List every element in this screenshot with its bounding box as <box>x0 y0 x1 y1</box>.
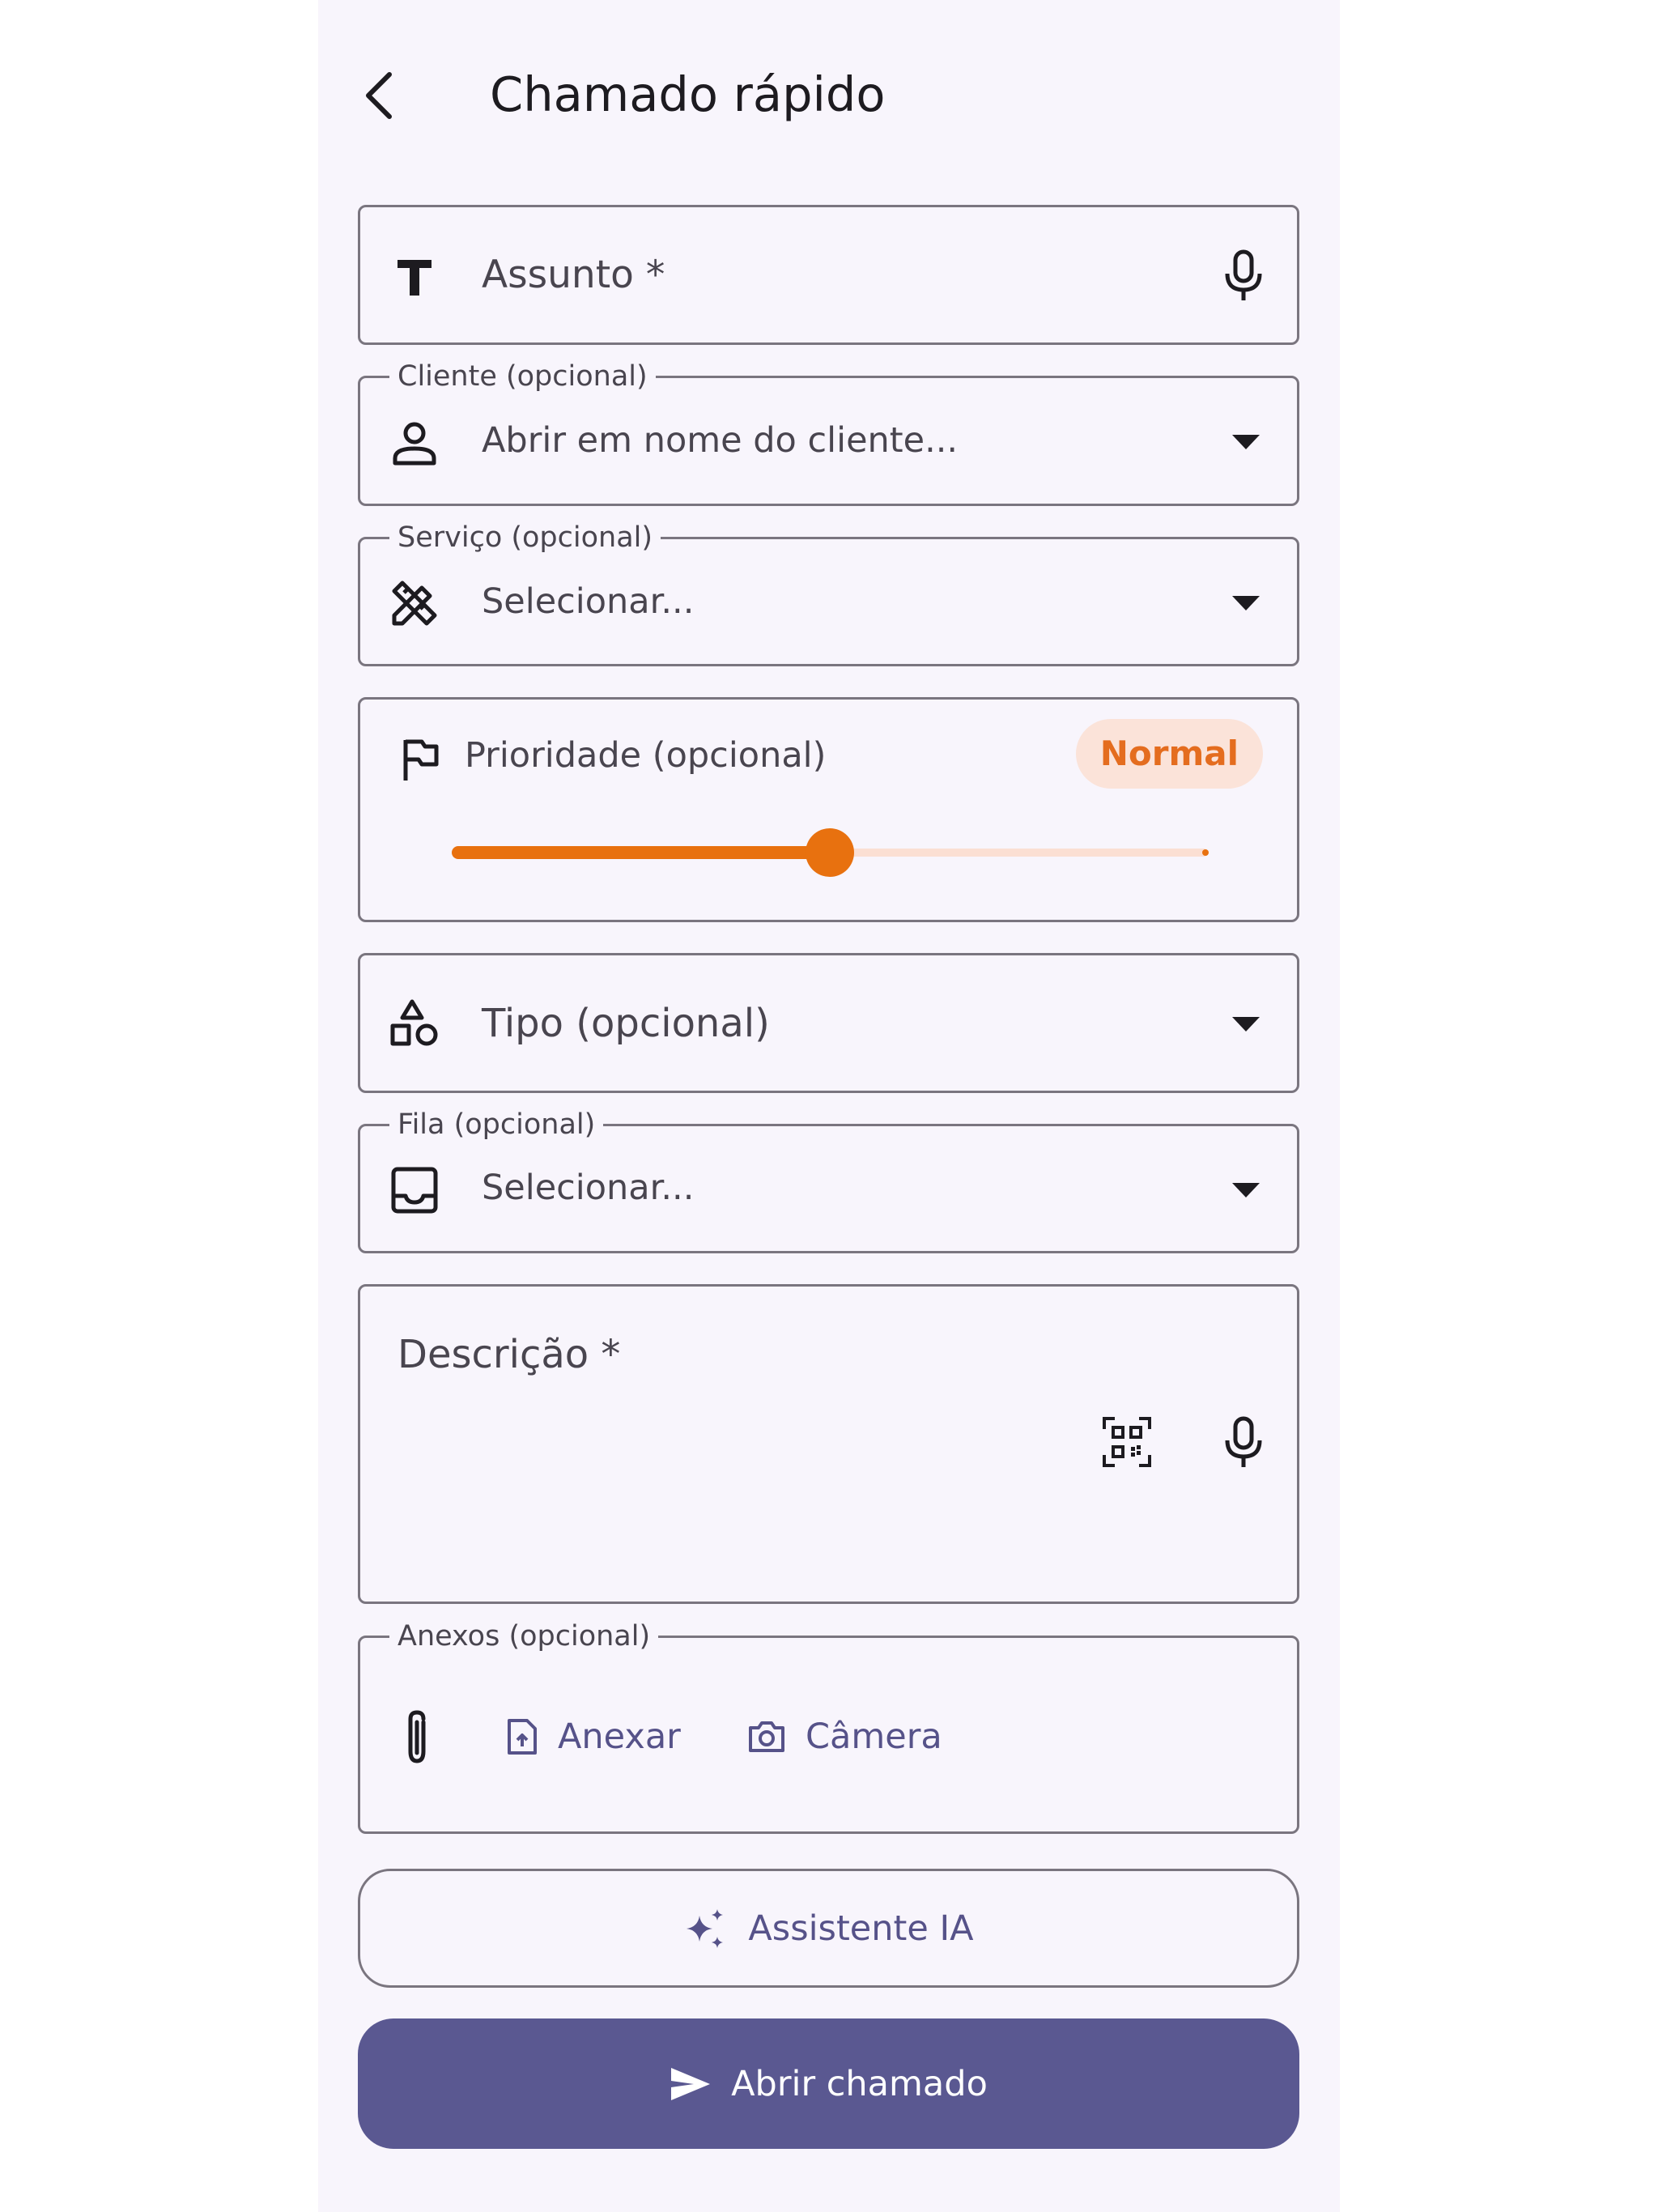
category-icon <box>390 999 438 1046</box>
send-icon <box>671 2067 711 2100</box>
queue-label: Fila (opcional) <box>389 1108 604 1141</box>
service-label: Serviço (opcional) <box>389 521 661 554</box>
app-screen: Chamado rápido Assunto * Cliente (opcion… <box>318 0 1340 2212</box>
camera-label: Câmera <box>806 1716 942 1757</box>
subject-field[interactable]: Assunto * <box>358 205 1299 345</box>
chevron-down-icon <box>1232 596 1260 610</box>
microphone-icon[interactable] <box>1221 249 1266 303</box>
back-button[interactable] <box>351 57 410 134</box>
qr-code-scanner-icon[interactable] <box>1102 1416 1152 1468</box>
page-title: Chamado rápido <box>490 66 886 122</box>
description-field[interactable]: Descrição * <box>358 1284 1299 1604</box>
upload-file-icon <box>508 1719 537 1755</box>
queue-select[interactable]: Fila (opcional) Selecionar... <box>358 1108 1299 1253</box>
sparkles-icon <box>687 1908 724 1948</box>
subject-placeholder: Assunto * <box>482 253 665 297</box>
client-select[interactable]: Cliente (opcional) Abrir em nome do clie… <box>358 360 1299 506</box>
type-select[interactable]: Tipo (opcional) <box>358 953 1299 1093</box>
text-format-icon <box>397 260 432 296</box>
priority-slider-thumb[interactable] <box>806 828 854 877</box>
service-select[interactable]: Serviço (opcional) Selecionar... <box>358 521 1299 666</box>
slider-track-inactive[interactable] <box>830 849 1208 857</box>
attach-label: Anexar <box>558 1716 681 1757</box>
microphone-icon[interactable] <box>1221 1416 1266 1470</box>
priority-badge: Normal <box>1075 719 1263 789</box>
arrow-back-icon <box>366 72 392 119</box>
chevron-down-icon <box>1232 435 1260 449</box>
slider-track-active[interactable] <box>452 846 830 859</box>
client-placeholder: Abrir em nome do cliente... <box>482 420 959 461</box>
client-label: Cliente (opcional) <box>389 360 656 393</box>
chevron-down-icon <box>1232 1183 1260 1197</box>
submit-label: Abrir chamado <box>731 2063 988 2104</box>
camera-button[interactable]: Câmera <box>747 1696 942 1777</box>
service-placeholder: Selecionar... <box>482 581 695 622</box>
submit-button[interactable]: Abrir chamado <box>358 2018 1299 2149</box>
person-icon <box>393 422 436 466</box>
ai-assistant-button[interactable]: Assistente IA <box>358 1869 1299 1988</box>
priority-card: Prioridade (opcional) Normal <box>358 697 1299 922</box>
ai-assistant-label: Assistente IA <box>748 1908 974 1949</box>
attach-button[interactable]: Anexar <box>506 1696 681 1777</box>
attachments-label: Anexos (opcional) <box>389 1620 659 1653</box>
paperclip-icon <box>408 1710 426 1763</box>
priority-label: Prioridade (opcional) <box>465 735 827 776</box>
attachments-field: Anexos (opcional) Anexar Câmera <box>358 1620 1299 1834</box>
camera-icon <box>749 1721 784 1752</box>
type-placeholder: Tipo (opcional) <box>482 1001 770 1046</box>
chevron-down-icon <box>1232 1017 1260 1032</box>
flag-icon <box>403 739 439 781</box>
queue-placeholder: Selecionar... <box>482 1168 695 1208</box>
design-services-icon <box>392 581 437 626</box>
description-placeholder: Descrição * <box>397 1332 621 1377</box>
slider-stop-indicator <box>1202 849 1209 856</box>
inbox-icon <box>391 1167 438 1214</box>
